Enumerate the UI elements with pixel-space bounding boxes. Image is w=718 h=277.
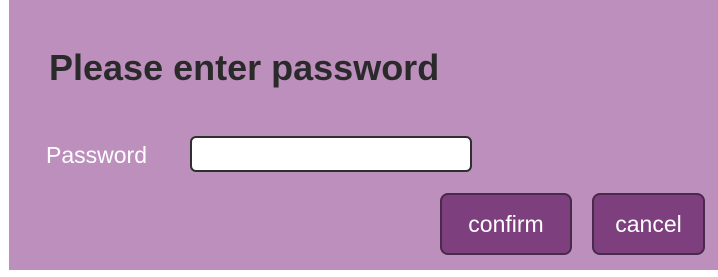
cancel-button[interactable]: cancel [592,193,705,255]
password-label: Password [46,142,147,168]
confirm-button[interactable]: confirm [440,193,572,255]
password-input[interactable] [190,136,472,172]
password-dialog: Please enter password Password confirm c… [9,0,718,270]
dialog-title: Please enter password [49,47,440,88]
